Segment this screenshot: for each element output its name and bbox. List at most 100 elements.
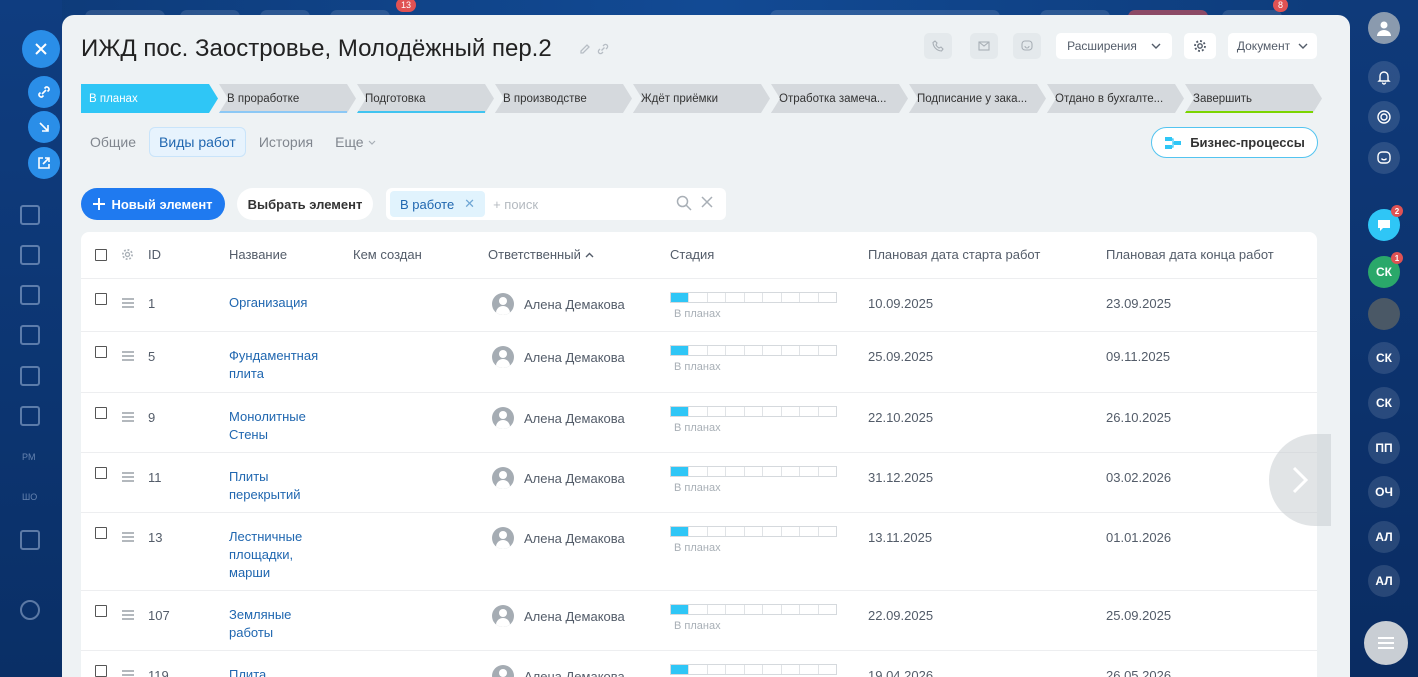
- search-input[interactable]: + поиск: [493, 197, 538, 212]
- responsible-name[interactable]: Алена Демакова: [524, 609, 625, 624]
- settings-button[interactable]: [1184, 33, 1216, 59]
- drag-handle-icon[interactable]: [122, 532, 134, 544]
- open-new-window-button[interactable]: [28, 147, 60, 179]
- row-name-link[interactable]: Организация: [229, 294, 333, 312]
- chip-remove-icon[interactable]: ✕: [464, 196, 475, 212]
- drag-handle-icon[interactable]: [122, 298, 134, 310]
- responsible-avatar[interactable]: [492, 527, 514, 549]
- user-avatar[interactable]: [1368, 12, 1400, 44]
- stage-progress[interactable]: [670, 664, 837, 675]
- select-element-button[interactable]: Выбрать элемент: [237, 188, 373, 220]
- row-checkbox[interactable]: [95, 527, 107, 539]
- stage-6[interactable]: Отработка замеча...: [771, 84, 908, 113]
- responsible-avatar[interactable]: [492, 407, 514, 429]
- column-settings-gear-icon[interactable]: [121, 248, 134, 261]
- drag-handle-icon[interactable]: [122, 670, 134, 677]
- row-checkbox[interactable]: [95, 407, 107, 419]
- drag-handle-icon[interactable]: [122, 412, 134, 424]
- responsible-avatar[interactable]: [492, 293, 514, 315]
- column-header-stage[interactable]: Стадия: [670, 232, 714, 278]
- filter-chip[interactable]: В работе ✕: [390, 191, 486, 217]
- open-lines-button[interactable]: [1368, 142, 1400, 174]
- stage-9[interactable]: Завершить: [1185, 84, 1322, 113]
- rail-menu-button[interactable]: [1364, 621, 1408, 665]
- responsible-name[interactable]: Алена Демакова: [524, 531, 625, 546]
- close-slider-button[interactable]: [22, 30, 60, 68]
- stage-4[interactable]: В производстве: [495, 84, 632, 113]
- stage-1[interactable]: В планах: [81, 84, 218, 113]
- row-name-link[interactable]: Лестничные площадки, марши: [229, 528, 333, 582]
- table-row[interactable]: 107 Земляные работы Алена Демакова В планах…: [81, 590, 1317, 650]
- rail-contact-photo[interactable]: [1368, 298, 1400, 330]
- stage-8[interactable]: Отдано в бухгалте...: [1047, 84, 1184, 113]
- row-name-link[interactable]: Плиты перекрытий: [229, 468, 333, 504]
- responsible-avatar[interactable]: [492, 467, 514, 489]
- stage-progress[interactable]: [670, 466, 837, 477]
- table-row[interactable]: 119ПлитаАлена ДемаковаВ планах19.04.2026…: [81, 650, 1317, 677]
- email-button[interactable]: [970, 33, 998, 59]
- stage-progress[interactable]: [670, 604, 837, 615]
- pencil-icon[interactable]: [579, 43, 591, 55]
- tab-work-types[interactable]: Виды работ: [149, 127, 246, 157]
- responsible-avatar[interactable]: [492, 346, 514, 368]
- rail-contact-pp[interactable]: ПП: [1368, 432, 1400, 464]
- rail-contact-och[interactable]: ОЧ: [1368, 476, 1400, 508]
- new-element-button[interactable]: Новый элемент: [81, 188, 225, 220]
- responsible-name[interactable]: Алена Демакова: [524, 411, 625, 426]
- stage-7[interactable]: Подписание у зака...: [909, 84, 1046, 113]
- call-button[interactable]: [924, 33, 952, 59]
- drag-handle-icon[interactable]: [122, 610, 134, 622]
- responsible-name[interactable]: Алена Демакова: [524, 350, 625, 365]
- select-all-checkbox[interactable]: [95, 249, 107, 261]
- rail-contact-al[interactable]: АЛ: [1368, 565, 1400, 597]
- responsible-avatar[interactable]: [492, 665, 514, 677]
- row-name-link[interactable]: Монолитные Стены: [229, 408, 333, 444]
- tab-more[interactable]: Еще: [326, 128, 385, 156]
- tab-general[interactable]: Общие: [81, 128, 145, 156]
- stage-progress[interactable]: [670, 345, 837, 356]
- link-icon[interactable]: [597, 43, 609, 55]
- extensions-dropdown[interactable]: Расширения: [1056, 33, 1172, 59]
- business-processes-button[interactable]: Бизнес-процессы: [1151, 127, 1318, 158]
- drag-handle-icon[interactable]: [122, 351, 134, 363]
- rail-contact-sk[interactable]: СК 1: [1368, 252, 1403, 288]
- responsible-name[interactable]: Алена Демакова: [524, 471, 625, 486]
- row-name-link[interactable]: Плита: [229, 666, 333, 677]
- column-header-planned-end[interactable]: Плановая дата конца работ: [1106, 232, 1274, 278]
- rail-contact-al[interactable]: АЛ: [1368, 521, 1400, 553]
- filter-search[interactable]: В работе ✕ + поиск: [386, 188, 726, 220]
- stage-3[interactable]: Подготовка: [357, 84, 494, 113]
- copy-link-button[interactable]: [28, 76, 60, 108]
- copilot-button[interactable]: [1368, 101, 1400, 133]
- column-header-responsible[interactable]: Ответственный: [488, 232, 594, 278]
- table-row[interactable]: 1 Организация Алена Демакова В планах 10.09.…: [81, 278, 1317, 331]
- stage-2[interactable]: В проработке: [219, 84, 356, 113]
- responsible-avatar[interactable]: [492, 605, 514, 627]
- chat-button[interactable]: 2: [1368, 205, 1403, 241]
- row-name-link[interactable]: Земляные работы: [229, 606, 333, 642]
- table-row[interactable]: 11 Плиты перекрытий Алена Демакова В планах…: [81, 452, 1317, 512]
- row-name-link[interactable]: Фундаментная плита: [229, 347, 333, 383]
- search-icon[interactable]: [676, 195, 692, 211]
- tab-history[interactable]: История: [250, 128, 322, 156]
- document-dropdown[interactable]: Документ: [1228, 33, 1317, 59]
- column-header-planned-start[interactable]: Плановая дата старта работ: [868, 232, 1040, 278]
- table-row[interactable]: 9 Монолитные Стены Алена Демакова В планах 2…: [81, 392, 1317, 452]
- responsible-name[interactable]: Алена Демакова: [524, 297, 625, 312]
- row-checkbox[interactable]: [95, 293, 107, 305]
- row-checkbox[interactable]: [95, 467, 107, 479]
- clear-icon[interactable]: [700, 195, 714, 209]
- chat-entity-button[interactable]: [1013, 33, 1041, 59]
- column-header-id[interactable]: ID: [148, 232, 161, 278]
- stage-progress[interactable]: [670, 292, 837, 303]
- stage-progress[interactable]: [670, 406, 837, 417]
- stage-5[interactable]: Ждёт приёмки: [633, 84, 770, 113]
- row-checkbox[interactable]: [95, 605, 107, 617]
- table-row[interactable]: 13 Лестничные площадки, марши Алена Демако…: [81, 512, 1317, 590]
- table-row[interactable]: 5 Фундаментная плита Алена Демакова В плана…: [81, 331, 1317, 392]
- rail-contact-sk[interactable]: СК: [1368, 342, 1400, 374]
- row-checkbox[interactable]: [95, 346, 107, 358]
- drag-handle-icon[interactable]: [122, 472, 134, 484]
- responsible-name[interactable]: Алена Демакова: [524, 669, 625, 677]
- minimize-button[interactable]: [28, 111, 60, 143]
